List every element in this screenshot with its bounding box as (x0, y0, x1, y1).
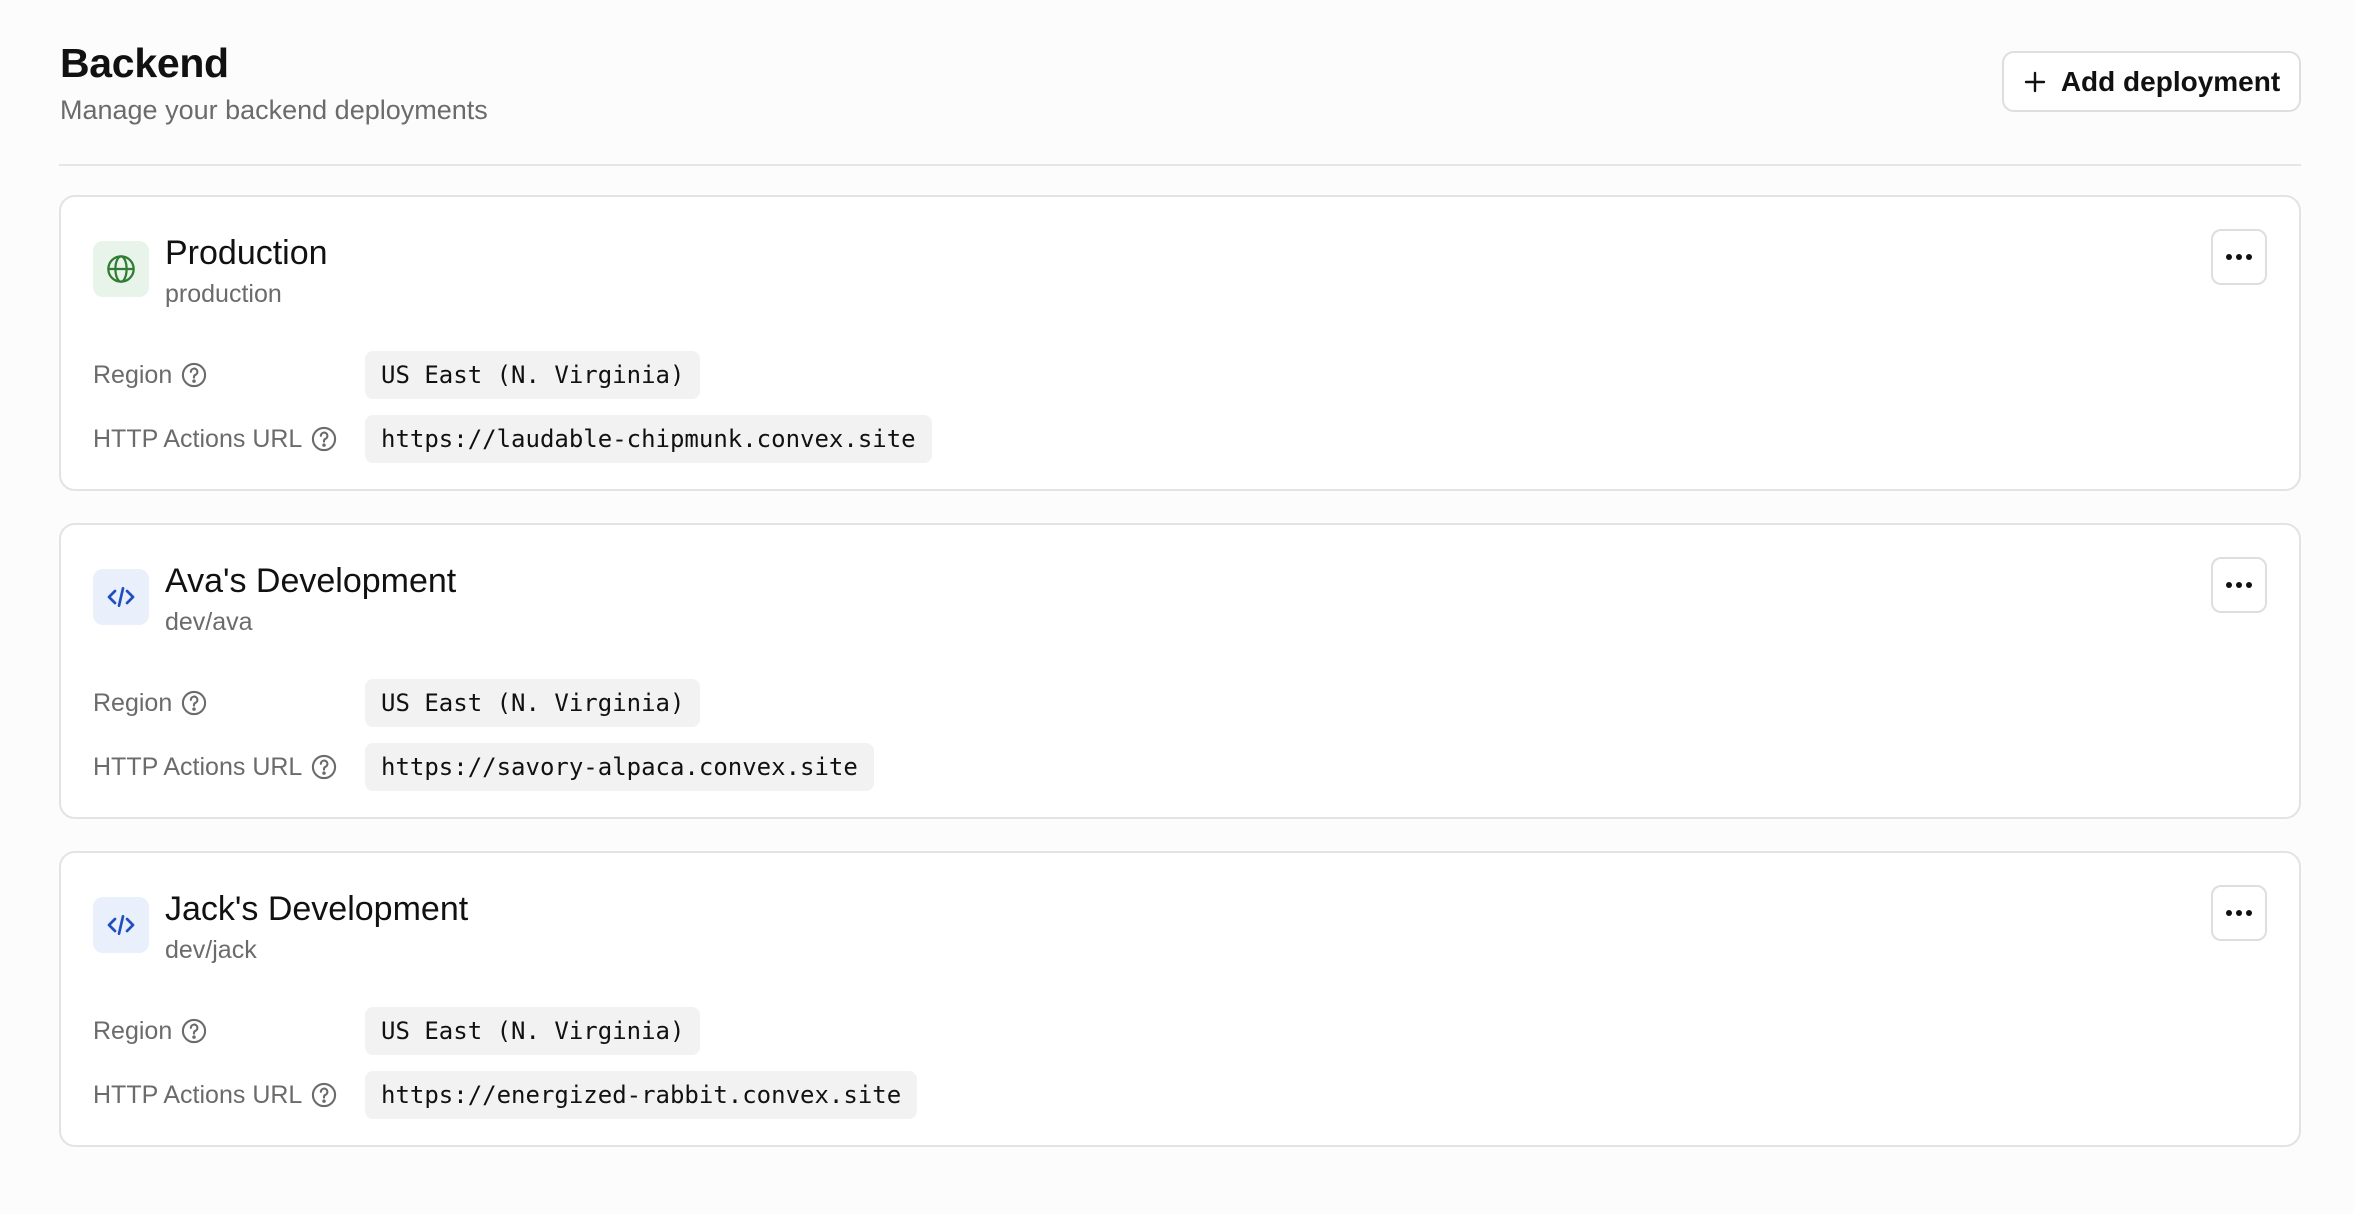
page-subtitle: Manage your backend deployments (60, 95, 488, 125)
region-label-text: Region (93, 688, 173, 717)
help-icon[interactable] (310, 753, 338, 781)
region-label-text: Region (93, 1016, 173, 1045)
deployment-name: Production (165, 234, 328, 272)
deployment-icon-badge (93, 897, 149, 953)
deployment-card: Production production Region US East (N.… (59, 195, 2301, 491)
more-options-button[interactable] (2211, 557, 2267, 613)
more-options-button[interactable] (2211, 885, 2267, 941)
http-actions-url-label: HTTP Actions URL (93, 425, 365, 454)
help-icon[interactable] (310, 425, 338, 453)
http-actions-url-row: HTTP Actions URL https://savory-alpaca.c… (93, 743, 874, 791)
more-horizontal-icon (2226, 254, 2252, 260)
region-label: Region (93, 361, 365, 390)
region-row: Region US East (N. Virginia) (93, 351, 701, 399)
deployment-list: Production production Region US East (N.… (59, 195, 2301, 1179)
http-actions-url-row: HTTP Actions URL https://laudable-chipmu… (93, 415, 932, 463)
deployment-slug: dev/jack (165, 936, 257, 964)
region-label-text: Region (93, 360, 173, 389)
region-label: Region (93, 689, 365, 718)
deployment-name: Jack's Development (165, 890, 469, 928)
deployment-name: Ava's Development (165, 562, 457, 600)
help-icon[interactable] (310, 1081, 338, 1109)
page-header: Backend Manage your backend deployments … (59, 0, 2301, 166)
deployment-icon-badge (93, 241, 149, 297)
more-horizontal-icon (2226, 910, 2252, 916)
add-deployment-button[interactable]: Add deployment (2002, 51, 2301, 112)
http-actions-url-label: HTTP Actions URL (93, 753, 365, 782)
page-title: Backend (60, 40, 229, 86)
deployment-slug: dev/ava (165, 608, 253, 636)
deployment-card: Jack's Development dev/jack Region US Ea… (59, 851, 2301, 1147)
globe-icon (107, 255, 135, 283)
region-row: Region US East (N. Virginia) (93, 1007, 701, 1055)
help-icon[interactable] (180, 1017, 208, 1045)
backend-page: Backend Manage your backend deployments … (59, 0, 2301, 1147)
region-label: Region (93, 1017, 365, 1046)
region-value: US East (N. Virginia) (365, 351, 701, 399)
http-actions-url-label-text: HTTP Actions URL (93, 752, 303, 781)
http-actions-url-label-text: HTTP Actions URL (93, 1080, 303, 1109)
http-actions-url-label-text: HTTP Actions URL (93, 424, 303, 453)
region-row: Region US East (N. Virginia) (93, 679, 701, 727)
help-icon[interactable] (180, 689, 208, 717)
http-actions-url-value[interactable]: https://energized-rabbit.convex.site (365, 1071, 918, 1119)
more-options-button[interactable] (2211, 229, 2267, 285)
region-value: US East (N. Virginia) (365, 1007, 701, 1055)
region-value: US East (N. Virginia) (365, 679, 701, 727)
plus-icon (2024, 71, 2046, 92)
add-deployment-label: Add deployment (2060, 65, 2281, 97)
http-actions-url-row: HTTP Actions URL https://energized-rabbi… (93, 1071, 918, 1119)
deployment-icon-badge (93, 569, 149, 625)
http-actions-url-value[interactable]: https://laudable-chipmunk.convex.site (365, 415, 932, 463)
code-icon (107, 915, 135, 935)
deployment-slug: production (165, 280, 282, 308)
help-icon[interactable] (180, 361, 208, 389)
deployment-card: Ava's Development dev/ava Region US East… (59, 523, 2301, 819)
http-actions-url-label: HTTP Actions URL (93, 1081, 365, 1110)
code-icon (107, 587, 135, 607)
http-actions-url-value[interactable]: https://savory-alpaca.convex.site (365, 743, 874, 791)
more-horizontal-icon (2226, 582, 2252, 588)
